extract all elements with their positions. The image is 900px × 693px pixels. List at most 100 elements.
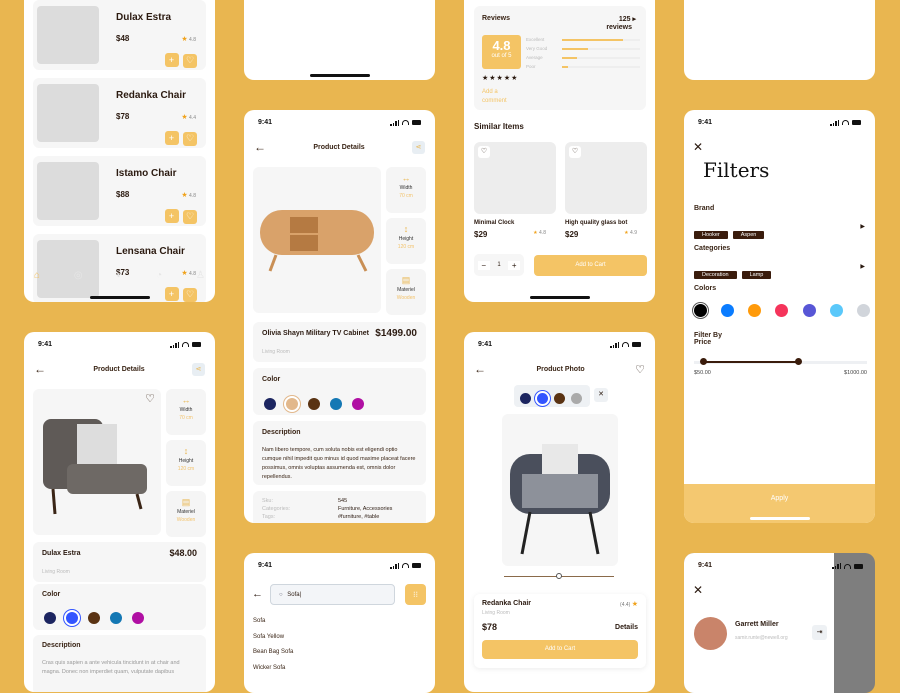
meta-row: Tags: #furniture, #table: [262, 514, 380, 520]
reviews-count[interactable]: 125 ▸: [619, 15, 636, 23]
rotate-slider[interactable]: [504, 573, 614, 579]
rating-bar-row: Poor: [526, 62, 640, 71]
back-arrow-icon[interactable]: ←: [34, 363, 46, 375]
color-swatch[interactable]: [554, 393, 565, 405]
logout-button[interactable]: ⇥: [812, 625, 827, 640]
color-swatch[interactable]: [571, 393, 582, 405]
similar-item[interactable]: ♡ High quality glass bot $29 ★ 4.9: [565, 142, 647, 247]
close-icon[interactable]: ✕: [693, 140, 703, 154]
search-result[interactable]: Wicker Sofa: [253, 665, 293, 681]
color-option[interactable]: [694, 304, 707, 317]
color-swatch[interactable]: [88, 611, 100, 624]
color-swatch[interactable]: [264, 397, 276, 410]
add-to-cart-button[interactable]: Add to Cart: [482, 640, 638, 659]
notifications-tab-icon[interactable]: ◔: [156, 270, 162, 281]
color-swatch[interactable]: [330, 397, 342, 410]
price-slider[interactable]: [694, 358, 867, 365]
max-price-handle[interactable]: [794, 358, 802, 365]
filter-button[interactable]: ⁝⁝: [405, 584, 426, 605]
product-info-card: Olivia Shayn Military TV Cabinet $1499.0…: [253, 322, 426, 362]
filters-screen: 9:41 ✕ Filters Brand Hooker Aspen ▶ Categ…: [684, 110, 875, 523]
add-button[interactable]: +: [164, 287, 179, 301]
price-filter-label: Filter By Price: [694, 332, 723, 346]
product-price: $1499.00: [375, 328, 417, 339]
product-list-item[interactable]: Redanka Chair $78 ★ 4.4 + ♡: [33, 78, 206, 148]
color-swatch[interactable]: [520, 393, 531, 405]
back-arrow-icon[interactable]: ←: [252, 588, 263, 600]
product-price: $48: [116, 34, 130, 43]
add-button[interactable]: +: [164, 209, 179, 223]
color-label: Color: [42, 591, 61, 598]
color-option[interactable]: [748, 304, 762, 317]
favorite-icon[interactable]: ♡: [569, 146, 581, 158]
favorite-icon[interactable]: ♡: [635, 363, 645, 376]
reviews-screen: Reviews 125 ▸ reviews 4.8 out of 5 Excel…: [464, 0, 655, 302]
quantity-stepper[interactable]: − 1 +: [474, 254, 524, 276]
add-button[interactable]: +: [164, 131, 179, 145]
color-option[interactable]: [721, 304, 735, 317]
color-option[interactable]: [829, 304, 843, 317]
favorite-button[interactable]: ♡: [183, 287, 197, 302]
color-option[interactable]: [775, 304, 789, 317]
favorite-button[interactable]: ♡: [183, 53, 197, 68]
similar-item-image: ♡: [474, 142, 556, 214]
favorite-button[interactable]: ♡: [183, 209, 197, 224]
explore-tab-icon[interactable]: ◎: [74, 270, 83, 281]
categories-expand-icon[interactable]: ▶: [860, 263, 865, 270]
rating-bar-row: Excellent: [526, 35, 640, 44]
add-to-cart-button[interactable]: Add to Cart: [534, 255, 647, 276]
search-result[interactable]: Sofa Yellow: [253, 634, 293, 650]
product-list-item[interactable]: Lensana Chair $73 ★ 4.8 + ♡: [33, 234, 206, 302]
filter-chip[interactable]: Aspen: [732, 231, 765, 239]
filter-chip[interactable]: Lamp: [741, 271, 772, 279]
search-input[interactable]: ○ Sofa|: [270, 584, 395, 605]
product-list-item[interactable]: Istamo Chair $88 ★ 4.8 + ♡: [33, 156, 206, 226]
minus-button[interactable]: −: [477, 260, 490, 270]
search-result[interactable]: Bean Bag Sofa: [253, 649, 293, 665]
color-swatch[interactable]: [352, 397, 364, 410]
bag-tab-icon[interactable]: ◐: [116, 270, 122, 281]
filter-chip[interactable]: Decoration: [694, 271, 737, 279]
apply-button[interactable]: Apply: [684, 484, 875, 523]
add-button[interactable]: +: [164, 53, 179, 67]
back-arrow-icon[interactable]: ←: [254, 141, 266, 153]
close-color-picker-button[interactable]: ✕: [594, 388, 608, 402]
color-swatch[interactable]: [537, 393, 548, 405]
filter-chip[interactable]: Hooker: [694, 231, 728, 239]
home-tab-icon[interactable]: ⌂: [34, 270, 40, 281]
spec-card: ↕ Height 120 cm: [166, 440, 206, 486]
search-result[interactable]: Sofa: [253, 618, 293, 634]
color-option[interactable]: [856, 304, 870, 317]
width-icon: ↔: [181, 395, 191, 405]
similar-title: Similar Items: [474, 122, 524, 131]
product-rating: (4.4) ★: [620, 601, 638, 608]
color-swatch[interactable]: [308, 397, 320, 410]
favorite-icon[interactable]: ♡: [478, 146, 490, 158]
plus-button[interactable]: +: [508, 260, 521, 270]
brand-expand-icon[interactable]: ▶: [860, 223, 865, 230]
similar-item[interactable]: ♡ Minimal Clock $29 ★ 4.8: [474, 142, 556, 247]
details-link[interactable]: Details: [615, 624, 638, 631]
armchair-details-screen: 9:41 ← Product Details ⋖ ♡ ↔ Width 70 cm ↕ Hei…: [24, 332, 215, 692]
status-time: 9:41: [258, 562, 273, 569]
color-picker: [514, 385, 590, 407]
profile-tab-icon[interactable]: ♙: [196, 270, 205, 281]
color-swatch[interactable]: [132, 611, 144, 624]
back-arrow-icon[interactable]: ←: [474, 363, 486, 375]
color-swatch[interactable]: [110, 611, 122, 624]
favorite-button[interactable]: ♡: [183, 131, 197, 146]
color-swatch[interactable]: [44, 611, 56, 624]
spec-value: Wooden: [396, 295, 416, 301]
color-option[interactable]: [802, 304, 816, 317]
close-icon[interactable]: ✕: [693, 583, 703, 597]
color-swatch[interactable]: [66, 611, 78, 624]
min-price-handle[interactable]: [699, 358, 707, 365]
side-drawer: 9:41 ✕ Garrett Miller samir.runte@newell…: [684, 553, 834, 693]
product-list-item[interactable]: Dulax Estra $48 ★ 4.8 + ♡: [33, 0, 206, 70]
favorite-icon[interactable]: ♡: [145, 392, 155, 405]
color-swatch[interactable]: [286, 397, 298, 410]
share-icon[interactable]: ⋖: [191, 362, 205, 376]
cabinet-details-screen: 9:41 ← Product Details ⋖ ↔ Width 70 cm ↕ Heigh…: [244, 110, 435, 523]
add-comment-link[interactable]: Add a comment: [482, 88, 514, 106]
share-icon[interactable]: ⋖: [411, 140, 425, 154]
